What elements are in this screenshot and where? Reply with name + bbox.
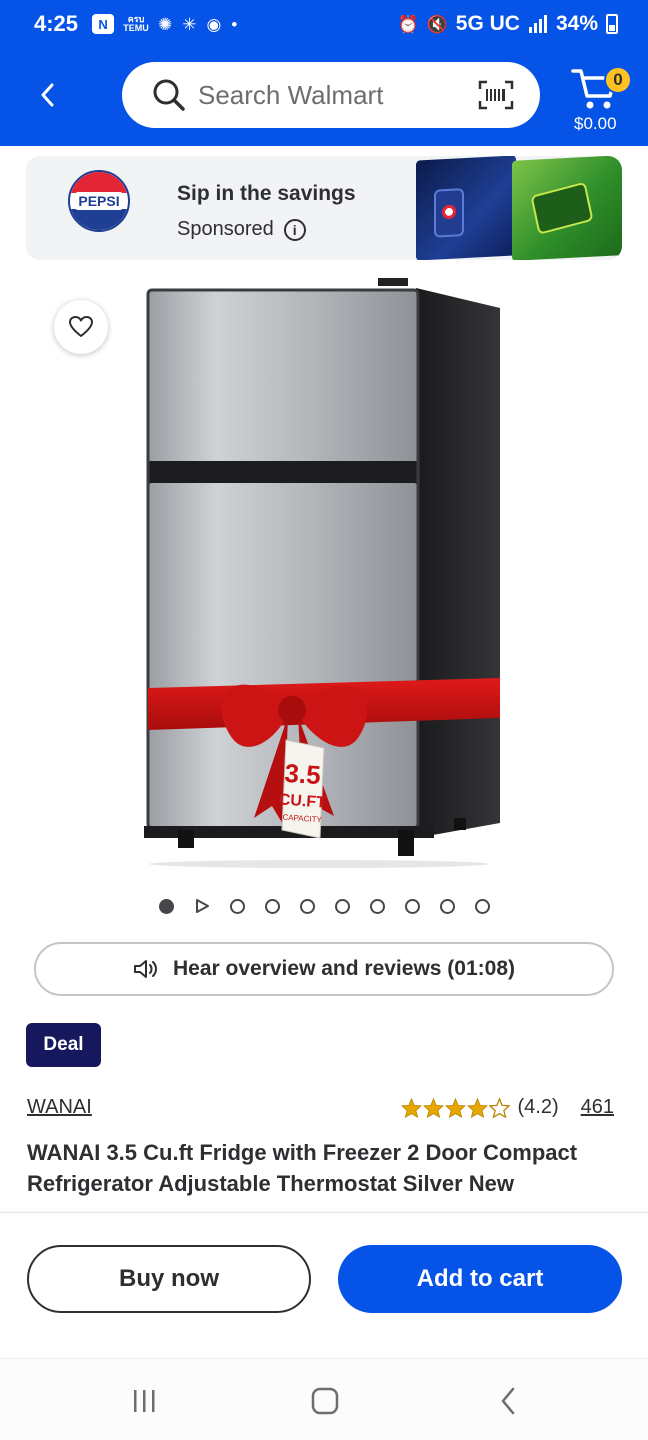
brand-link[interactable]: WANAI (27, 1096, 92, 1119)
cart-button[interactable]: 0 $0.00 (568, 60, 634, 138)
home-button[interactable] (305, 1385, 345, 1417)
add-to-cart-button[interactable]: Add to cart (338, 1245, 622, 1313)
product-title: WANAI 3.5 Cu.ft Fridge with Freezer 2 Do… (27, 1140, 578, 1196)
back-button[interactable] (30, 78, 64, 112)
svg-text:CU.FT: CU.FT (278, 791, 326, 811)
chrome-icon: ◉ (206, 14, 222, 34)
rating-value: (4.2) (517, 1096, 559, 1118)
heart-icon (69, 316, 93, 337)
review-count-link[interactable]: 461 (581, 1096, 614, 1119)
home-icon (311, 1387, 339, 1415)
hear-overview-label: Hear overview and reviews (01:08) (172, 957, 515, 980)
temu-notification-icon: ครบ TEMU (123, 14, 149, 33)
star-full-icon (466, 1097, 488, 1118)
star-full-icon (422, 1097, 444, 1118)
search-input[interactable]: Search Walmart (122, 62, 540, 128)
star-full-icon (400, 1097, 422, 1118)
pepsi-logo: PEPSI (68, 170, 130, 232)
carousel-dot[interactable] (229, 898, 245, 914)
speaker-icon (133, 960, 157, 978)
purchase-action-bar: Buy now Add to cart (0, 1212, 648, 1358)
mute-icon: 🔇 (426, 14, 448, 34)
battery-icon (606, 14, 618, 34)
mountain-dew-pack-image (512, 156, 622, 260)
carousel-dot[interactable] (474, 898, 490, 914)
cart-count-badge: 0 (604, 66, 632, 94)
sponsored-banner[interactable]: PEPSI Sip in the savings Sponsored i (26, 156, 622, 260)
app-header: Search Walmart 0 $0.00 (0, 48, 648, 146)
favorite-button[interactable] (54, 300, 108, 354)
info-icon[interactable]: i (283, 218, 306, 241)
system-back-button[interactable] (488, 1385, 528, 1417)
signal-icon (528, 15, 548, 33)
product-rating[interactable]: (4.2) 461 (400, 1096, 614, 1119)
weather-icon: ✺ (158, 14, 173, 34)
alarm-lock-icon: ⏰ (397, 14, 419, 34)
star-full-icon (444, 1097, 466, 1118)
carousel-dot[interactable] (404, 898, 420, 914)
deal-badge: Deal (26, 1023, 101, 1067)
carousel-dot[interactable] (299, 898, 315, 914)
hear-overview-button[interactable]: Hear overview and reviews (01:08) (34, 942, 614, 996)
app-notification-icon: N (92, 14, 115, 34)
barcode-scan-button[interactable] (478, 80, 514, 110)
ad-title: Sip in the savings (177, 182, 356, 205)
system-nav-bar (0, 1358, 648, 1440)
search-placeholder: Search Walmart (198, 79, 384, 110)
chevron-left-icon (501, 1387, 515, 1415)
buy-now-button[interactable]: Buy now (27, 1245, 311, 1313)
walmart-spark-icon: ✳ (182, 14, 197, 34)
product-image: 3.5 CU.FT CAPACITY (144, 278, 500, 868)
network-label: 5G UC (455, 12, 520, 35)
svg-text:3.5: 3.5 (284, 758, 322, 790)
star-rating (400, 1097, 510, 1118)
carousel-dot[interactable] (158, 898, 174, 914)
recent-apps-icon (134, 1390, 155, 1412)
barcode-scan-icon (478, 80, 514, 110)
battery-percent: 34% (555, 12, 598, 35)
carousel-indicator[interactable] (0, 898, 648, 914)
ad-sponsored-label: Sponsored i (177, 218, 306, 241)
carousel-dot[interactable] (369, 898, 385, 914)
carousel-dot[interactable] (264, 898, 280, 914)
recent-apps-button[interactable] (124, 1385, 164, 1417)
status-time: 4:25 (34, 11, 79, 36)
video-play-icon[interactable] (194, 898, 210, 914)
pepsi-pack-image (416, 156, 516, 260)
product-image-carousel[interactable]: 3.5 CU.FT CAPACITY (0, 268, 648, 880)
search-icon (153, 79, 185, 111)
status-bar: 4:25 N ครบ TEMU ✺ ✳ ◉ • ⏰ 🔇 5G UC 34% (0, 0, 648, 48)
chevron-left-icon (41, 83, 54, 107)
cart-total: $0.00 (574, 114, 617, 133)
star-empty-icon (488, 1097, 510, 1118)
carousel-dot[interactable] (439, 898, 455, 914)
more-notifications-icon: • (231, 14, 238, 34)
carousel-dot[interactable] (334, 898, 350, 914)
